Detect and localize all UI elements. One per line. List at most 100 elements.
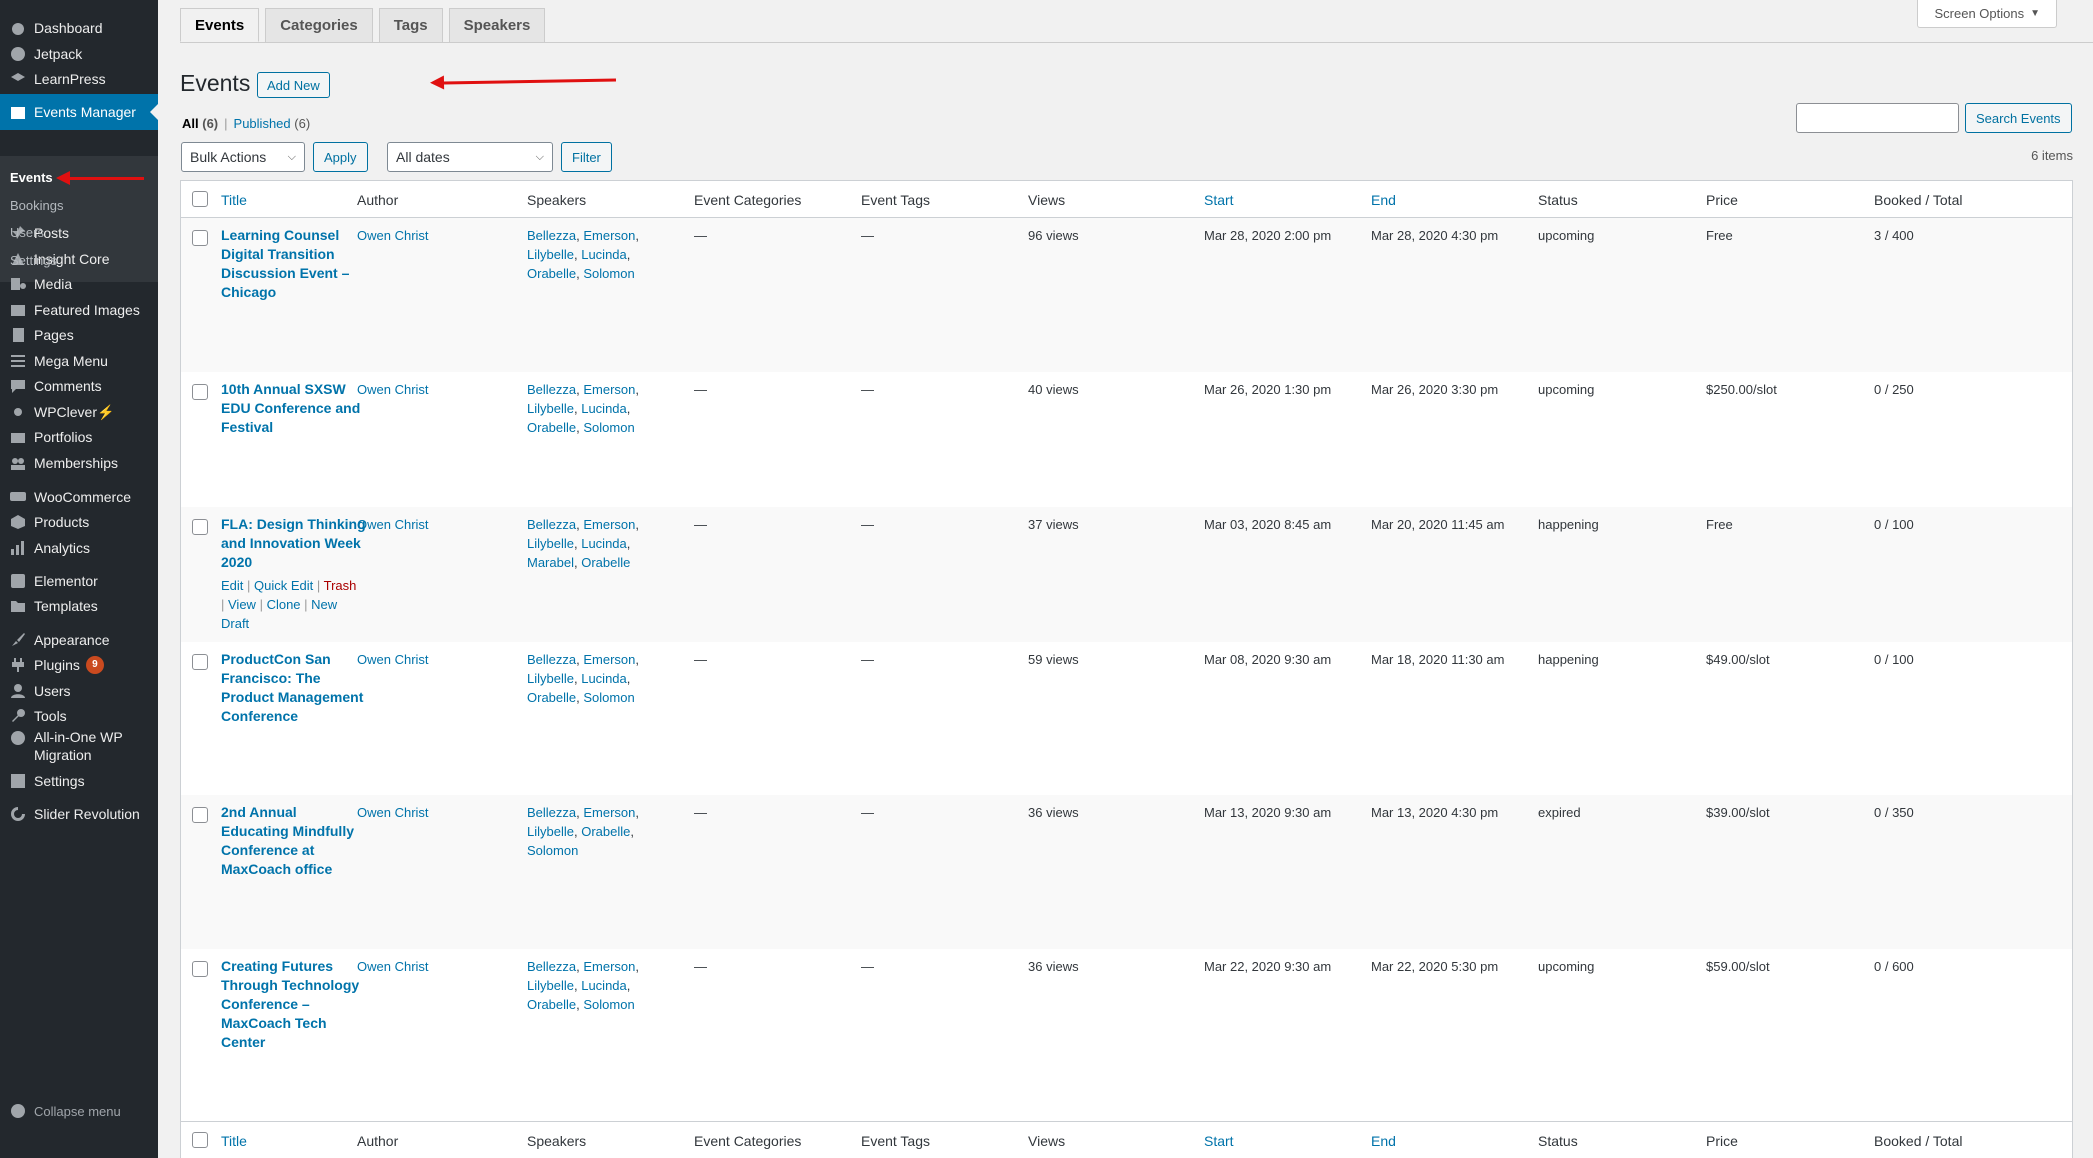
row-checkbox[interactable] <box>192 654 208 670</box>
speaker-link[interactable]: Solomon <box>527 843 578 858</box>
speaker-link[interactable]: Lilybelle <box>527 824 574 839</box>
speaker-link[interactable]: Marabel <box>527 555 574 570</box>
speaker-link[interactable]: Lucinda <box>581 247 627 262</box>
sidebar-item-all-in-one-wp[interactable]: All-in-One WP Migration <box>0 726 158 766</box>
row-checkbox[interactable] <box>192 230 208 246</box>
sidebar-item-memberships[interactable]: Memberships <box>0 448 158 478</box>
speaker-link[interactable]: Emerson <box>583 517 635 532</box>
speaker-link[interactable]: Lucinda <box>581 536 627 551</box>
speaker-link[interactable]: Orabelle <box>527 266 576 281</box>
speaker-link[interactable]: Lilybelle <box>527 401 574 416</box>
sidebar-item-learnpress[interactable]: LearnPress <box>0 64 158 94</box>
filter-button[interactable]: Filter <box>561 142 612 172</box>
select-all-checkbox[interactable] <box>192 191 208 207</box>
column-header-end[interactable]: End <box>1371 1122 1396 1158</box>
collapse-menu-button[interactable]: Collapse menu <box>0 1097 158 1125</box>
sidebar-item-settings[interactable]: Settings <box>0 766 158 796</box>
submenu-item-settings[interactable]: Settings <box>10 247 57 273</box>
speaker-link[interactable]: Orabelle <box>527 690 576 705</box>
author-link[interactable]: Owen Christ <box>357 380 429 399</box>
tab-events[interactable]: Events <box>180 8 260 42</box>
speaker-link[interactable]: Emerson <box>583 228 635 243</box>
event-title-link[interactable]: Creating Futures Through Technology Confer… <box>221 957 371 1052</box>
speaker-link[interactable]: Solomon <box>583 690 634 705</box>
column-header-title[interactable]: Title <box>221 181 247 218</box>
speaker-link[interactable]: Lilybelle <box>527 536 574 551</box>
sidebar-item-slider-revolution[interactable]: Slider Revolution <box>0 799 158 829</box>
table-header: Title Author Speakers Event Categories Event… <box>181 181 2072 218</box>
row-action-edit[interactable]: Edit <box>221 578 243 593</box>
screen-options-button[interactable]: Screen Options ▼ <box>1917 0 2057 28</box>
start-date-cell: Mar 22, 2020 9:30 am <box>1204 959 1332 974</box>
sidebar-item-templates[interactable]: Templates <box>0 591 158 621</box>
speaker-link[interactable]: Solomon <box>583 997 634 1012</box>
speakers-cell: Bellezza, Emerson, Lilybelle, Orabelle, … <box>527 803 649 860</box>
submenu-item-users[interactable]: Users <box>10 219 44 245</box>
apply-button[interactable]: Apply <box>313 142 368 172</box>
event-title-link[interactable]: Learning Counsel Digital Transition Discus… <box>221 226 371 302</box>
speaker-link[interactable]: Bellezza <box>527 382 576 397</box>
tab-tags[interactable]: Tags <box>378 8 443 42</box>
author-link[interactable]: Owen Christ <box>357 957 429 976</box>
add-new-button[interactable]: Add New <box>257 72 330 98</box>
speaker-link[interactable]: Emerson <box>583 652 635 667</box>
submenu-item-bookings[interactable]: Bookings <box>10 192 63 218</box>
event-title-link[interactable]: FLA: Design Thinking and Innovation Week 2… <box>221 515 371 633</box>
row-checkbox[interactable] <box>192 384 208 400</box>
column-header-start[interactable]: Start <box>1204 1122 1234 1158</box>
speaker-link[interactable]: Lilybelle <box>527 247 574 262</box>
speaker-link[interactable]: Emerson <box>583 805 635 820</box>
row-action-clone[interactable]: Clone <box>267 597 301 612</box>
sidebar-item-events-manager[interactable]: Events Manager <box>0 94 158 130</box>
speaker-link[interactable]: Solomon <box>583 420 634 435</box>
speaker-link[interactable]: Orabelle <box>581 824 630 839</box>
tab-speakers[interactable]: Speakers <box>448 8 546 42</box>
speaker-link[interactable]: Bellezza <box>527 652 576 667</box>
select-all-checkbox[interactable] <box>192 1132 208 1148</box>
speaker-link[interactable]: Emerson <box>583 959 635 974</box>
row-checkbox[interactable] <box>192 519 208 535</box>
author-link[interactable]: Owen Christ <box>357 650 429 669</box>
row-checkbox[interactable] <box>192 807 208 823</box>
speaker-link[interactable]: Bellezza <box>527 517 576 532</box>
author-link[interactable]: Owen Christ <box>357 515 429 534</box>
author-link[interactable]: Owen Christ <box>357 226 429 245</box>
submenu-item-events[interactable]: Events <box>10 164 53 190</box>
row-checkbox[interactable] <box>192 961 208 977</box>
speaker-link[interactable]: Bellezza <box>527 228 576 243</box>
speaker-link[interactable]: Lucinda <box>581 401 627 416</box>
speaker-link[interactable]: Bellezza <box>527 959 576 974</box>
speaker-link[interactable]: Solomon <box>583 266 634 281</box>
column-header-end[interactable]: End <box>1371 181 1396 218</box>
row-action-draft[interactable]: Draft <box>221 616 249 631</box>
column-header-author: Author <box>357 1132 399 1149</box>
speaker-link[interactable]: Lucinda <box>581 978 627 993</box>
row-action-new[interactable]: New <box>311 597 337 612</box>
speaker-link[interactable]: Orabelle <box>527 420 576 435</box>
sidebar-item-analytics[interactable]: Analytics <box>0 533 158 563</box>
speaker-link[interactable]: Bellezza <box>527 805 576 820</box>
column-header-title[interactable]: Title <box>221 1122 247 1158</box>
speaker-link[interactable]: Orabelle <box>527 997 576 1012</box>
view-all-link[interactable]: All (6) <box>182 116 218 131</box>
author-link[interactable]: Owen Christ <box>357 803 429 822</box>
speaker-link[interactable]: Orabelle <box>581 555 630 570</box>
speaker-link[interactable]: Lucinda <box>581 671 627 686</box>
column-header-start[interactable]: Start <box>1204 181 1234 218</box>
view-published-link[interactable]: Published (6) <box>234 116 311 131</box>
tab-categories[interactable]: Categories <box>265 8 373 42</box>
bulk-actions-select[interactable]: Bulk Actions ⌵ <box>181 142 305 172</box>
event-title-link[interactable]: ProductCon San Francisco: The Product Mana… <box>221 650 371 726</box>
event-title-link[interactable]: 2nd Annual Educating Mindfully Conference … <box>221 803 371 879</box>
sidebar-item-label: LearnPress <box>34 71 106 87</box>
search-events-button[interactable]: Search Events <box>1965 103 2072 133</box>
row-action-trash[interactable]: Trash <box>324 578 357 593</box>
date-filter-select[interactable]: All dates ⌵ <box>387 142 553 172</box>
speaker-link[interactable]: Lilybelle <box>527 978 574 993</box>
speaker-link[interactable]: Emerson <box>583 382 635 397</box>
speaker-link[interactable]: Lilybelle <box>527 671 574 686</box>
row-action-quick-edit[interactable]: Quick Edit <box>254 578 313 593</box>
row-action-view[interactable]: View <box>228 597 256 612</box>
search-input[interactable] <box>1796 103 1959 133</box>
event-title-link[interactable]: 10th Annual SXSW EDU Conference and Festiv… <box>221 380 371 437</box>
